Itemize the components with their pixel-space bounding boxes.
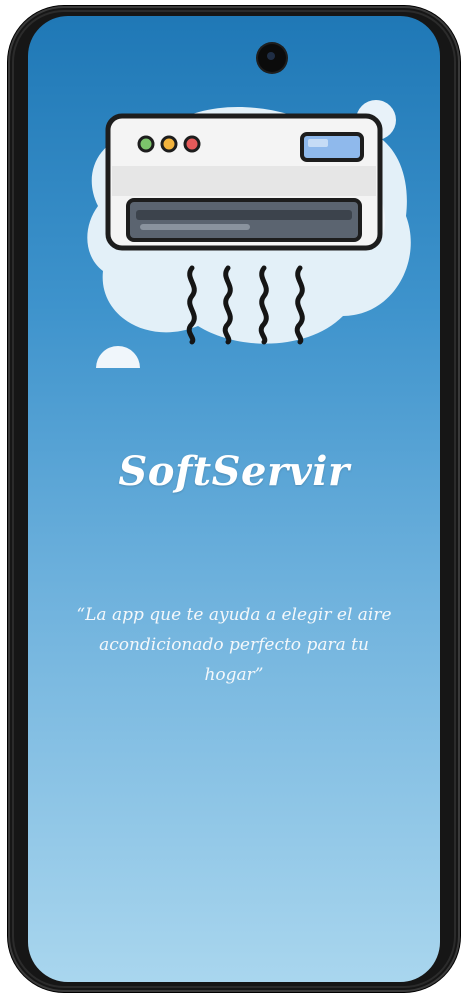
status-dot-yellow [160, 135, 178, 153]
ac-display-glare [308, 139, 328, 147]
status-dot-green [137, 135, 155, 153]
front-camera [258, 44, 286, 72]
ac-vent-louver [136, 210, 352, 220]
app-tagline: “La app que te ayuda a elegir el aire ac… [76, 605, 392, 685]
ac-vent-shine [140, 224, 250, 230]
splash-screen: SoftServir “La app que te ayuda a elegir… [28, 16, 440, 982]
status-dot-red [183, 135, 201, 153]
app-title: SoftServir [118, 448, 350, 495]
ac-body-shade [112, 166, 376, 196]
bubble-bottom-left [96, 346, 140, 368]
air-conditioner-illustration [87, 100, 411, 368]
